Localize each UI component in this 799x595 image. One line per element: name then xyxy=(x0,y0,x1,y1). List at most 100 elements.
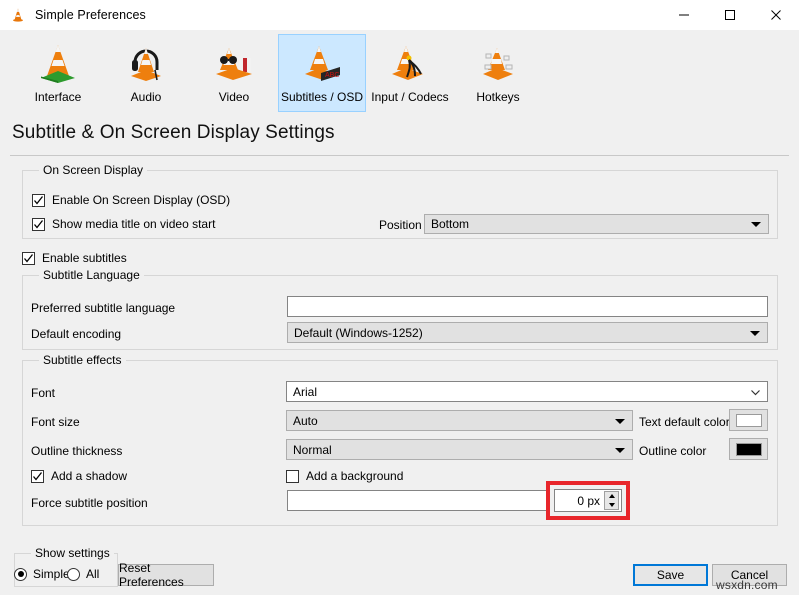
chevron-down-icon xyxy=(615,418,625,424)
close-icon[interactable] xyxy=(753,0,799,30)
maximize-icon[interactable] xyxy=(707,0,753,30)
toolbar-item-interface[interactable]: Interface xyxy=(14,34,102,112)
position-select[interactable]: Bottom xyxy=(424,214,769,234)
group-title: On Screen Display xyxy=(39,163,148,177)
vlc-input-codecs-icon xyxy=(386,39,434,87)
color-swatch xyxy=(735,442,762,456)
default-encoding-label: Default encoding xyxy=(31,327,122,341)
text-default-color-button[interactable] xyxy=(729,409,768,431)
vlc-cone-icon xyxy=(9,6,27,24)
save-button[interactable]: Save xyxy=(633,564,708,586)
show-media-title-checkbox[interactable]: Show media title on video start xyxy=(32,217,215,231)
group-title: Show settings xyxy=(31,546,114,560)
stepper-down-icon[interactable] xyxy=(608,502,615,507)
toolbar-item-label: Interface xyxy=(34,90,82,104)
checkbox-label: Add a background xyxy=(306,469,404,483)
group-title: Subtitle Language xyxy=(39,268,144,282)
checkbox-box xyxy=(32,193,45,207)
enable-osd-checkbox[interactable]: Enable On Screen Display (OSD) xyxy=(32,193,230,207)
category-toolbar: Interface Audio Video ABC Subtitles / OS… xyxy=(0,30,799,116)
toolbar-item-hotkeys[interactable]: Hotkeys xyxy=(454,34,542,112)
force-subtitle-position-label: Force subtitle position xyxy=(31,496,148,510)
page-title: Subtitle & On Screen Display Settings xyxy=(12,122,335,143)
checkbox-label: Show media title on video start xyxy=(52,217,216,231)
text-default-color-label: Text default color xyxy=(639,415,730,429)
add-background-checkbox[interactable]: Add a background xyxy=(286,469,403,483)
vlc-audio-icon xyxy=(122,39,170,87)
stepper-value: 0 px xyxy=(577,493,600,508)
color-swatch xyxy=(735,413,762,427)
title-bar: Simple Preferences xyxy=(0,0,799,30)
font-size-value: Auto xyxy=(293,413,318,428)
chevron-down-icon xyxy=(615,447,625,453)
vlc-subtitles-icon: ABC xyxy=(298,39,346,87)
toolbar-item-video[interactable]: Video xyxy=(190,34,278,112)
watermark: wsxdn.com xyxy=(716,578,778,592)
checkbox-box xyxy=(22,251,35,265)
toolbar-item-label: Input / Codecs xyxy=(371,90,449,104)
reset-preferences-button[interactable]: Reset Preferences xyxy=(118,561,214,589)
vlc-hotkeys-icon xyxy=(474,39,522,87)
vlc-video-icon xyxy=(210,39,258,87)
outline-thickness-value: Normal xyxy=(293,442,332,457)
window-controls xyxy=(661,0,799,30)
svg-text:ABC: ABC xyxy=(325,72,339,79)
check-icon xyxy=(24,253,34,263)
checkbox-label: Add a shadow xyxy=(51,469,128,483)
check-icon xyxy=(34,195,44,205)
chevron-down-icon xyxy=(750,330,760,336)
font-select[interactable]: Arial xyxy=(286,381,768,402)
preferred-subtitle-language-label: Preferred subtitle language xyxy=(31,301,176,315)
show-settings-option-all[interactable]: All xyxy=(67,567,99,581)
radio-box xyxy=(14,567,27,581)
reset-preferences-label: Reset Preferences xyxy=(119,561,184,589)
checkbox-box xyxy=(31,469,44,483)
preferred-subtitle-language-input[interactable] xyxy=(287,296,768,317)
toolbar-item-label: Video xyxy=(218,90,250,104)
stepper-arrows[interactable] xyxy=(604,491,619,510)
title-divider xyxy=(10,155,789,156)
toolbar-item-audio[interactable]: Audio xyxy=(102,34,190,112)
default-encoding-value: Default (Windows-1252) xyxy=(294,325,423,340)
add-shadow-checkbox[interactable]: Add a shadow xyxy=(31,469,127,483)
checkbox-label: Enable subtitles xyxy=(42,251,127,265)
chevron-down-icon xyxy=(751,222,761,227)
position-value: Bottom xyxy=(431,217,470,231)
font-size-select[interactable]: Auto xyxy=(286,410,633,431)
checkbox-box xyxy=(286,469,299,483)
checkbox-label: Enable On Screen Display (OSD) xyxy=(52,193,231,207)
font-label: Font xyxy=(31,386,56,400)
font-size-label: Font size xyxy=(31,415,80,429)
vlc-interface-icon xyxy=(34,39,82,87)
default-encoding-select[interactable]: Default (Windows-1252) xyxy=(287,322,768,343)
outline-thickness-label: Outline thickness xyxy=(31,444,123,458)
outline-color-label: Outline color xyxy=(639,444,707,458)
minimize-icon[interactable] xyxy=(661,0,707,30)
stepper-up-icon[interactable] xyxy=(608,494,615,499)
outline-color-button[interactable] xyxy=(729,438,768,460)
simple-preferences-window: Simple Preferences Interface Audio Video… xyxy=(0,0,799,595)
enable-subtitles-checkbox[interactable]: Enable subtitles xyxy=(22,251,127,265)
window-title: Simple Preferences xyxy=(35,8,146,22)
save-label: Save xyxy=(656,568,685,582)
check-icon xyxy=(33,471,43,481)
show-settings-option-simple[interactable]: Simple xyxy=(14,567,70,581)
checkbox-box xyxy=(32,217,45,231)
radio-label: Simple xyxy=(33,567,70,581)
toolbar-item-subtitles-osd[interactable]: ABC Subtitles / OSD xyxy=(278,34,366,112)
chevron-down-icon xyxy=(750,387,761,401)
radio-box xyxy=(67,567,80,581)
toolbar-item-label: Subtitles / OSD xyxy=(280,90,364,104)
position-label: Position xyxy=(379,218,422,232)
outline-thickness-select[interactable]: Normal xyxy=(286,439,633,460)
force-subtitle-position-stepper[interactable]: 0 px xyxy=(554,489,622,512)
toolbar-item-input-codecs[interactable]: Input / Codecs xyxy=(366,34,454,112)
radio-dot xyxy=(17,571,24,577)
toolbar-item-label: Hotkeys xyxy=(476,90,520,104)
toolbar-item-label: Audio xyxy=(130,90,162,104)
font-value: Arial xyxy=(293,384,318,399)
group-title: Subtitle effects xyxy=(39,353,126,367)
check-icon xyxy=(34,219,44,229)
force-subtitle-position-slider[interactable] xyxy=(287,490,549,511)
radio-label: All xyxy=(86,567,100,581)
